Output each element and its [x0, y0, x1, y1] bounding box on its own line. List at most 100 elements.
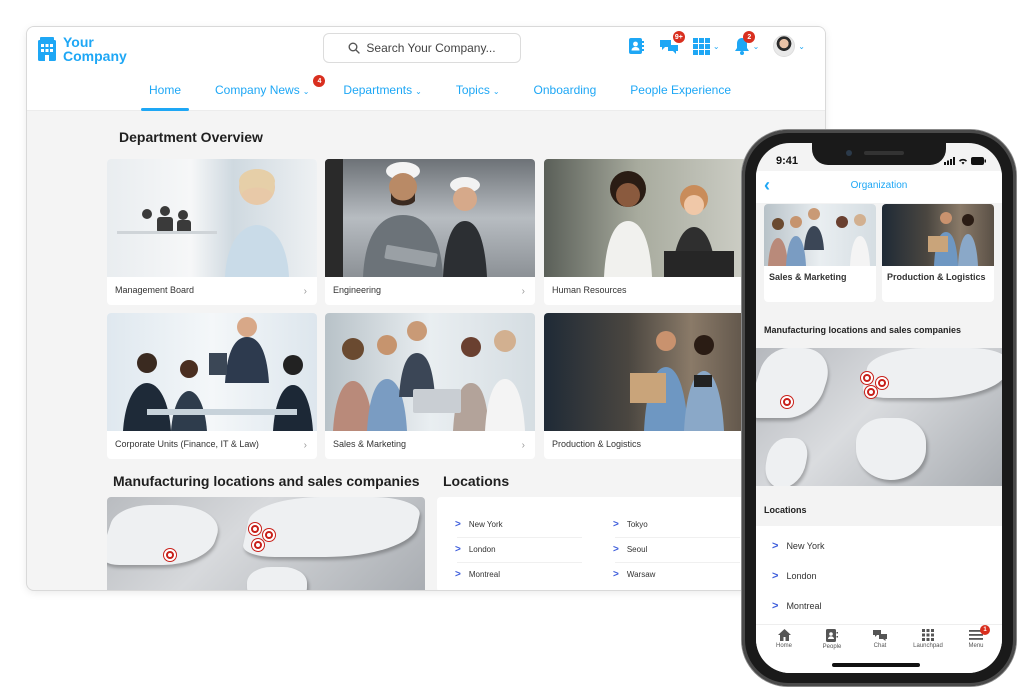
world-map[interactable] — [107, 497, 425, 590]
map-pin-new-york[interactable] — [164, 549, 176, 561]
tab-label: Menu — [968, 643, 984, 649]
phone-locations-title: Locations — [764, 505, 807, 515]
location-link-new-york[interactable]: > New York — [455, 519, 503, 530]
phone-header: ‹ Organization — [756, 171, 1002, 203]
nav-company-news[interactable]: Company News ⌄ 4 — [211, 75, 326, 111]
card-label: Sales & Marketing — [333, 439, 407, 449]
notifications-button[interactable]: 2 ⌄ — [734, 31, 759, 55]
phone-screen: 9:41 ‹ Organization Sales & Marketing Pr… — [756, 143, 1002, 673]
card-image — [107, 159, 317, 277]
department-card-management-board[interactable]: Management Board › — [107, 159, 317, 305]
tab-label: Chat — [873, 643, 887, 649]
location-label: Seoul — [626, 545, 648, 554]
contacts-button[interactable] — [627, 37, 645, 55]
tab-launchpad[interactable]: Launchpad — [904, 629, 952, 649]
grid-icon — [692, 37, 710, 55]
location-link-seoul[interactable]: > Seoul — [613, 544, 647, 555]
location-link-warsaw[interactable]: > Warsaw — [613, 569, 655, 580]
map-landmass — [761, 438, 811, 486]
grid-icon — [922, 629, 934, 641]
chevron-down-icon: ⌄ — [415, 87, 422, 96]
card-label: Engineering — [333, 285, 382, 295]
location-label: Montreal — [468, 570, 500, 579]
phone-tab-bar: Home People Chat Launchpad Menu 1 — [756, 624, 1002, 673]
map-pin-europe[interactable] — [252, 539, 264, 551]
department-card-engineering[interactable]: Engineering › — [325, 159, 535, 305]
map-landmass — [247, 567, 307, 590]
map-pin-europe[interactable] — [865, 386, 877, 398]
chevron-down-icon: ⌄ — [302, 87, 310, 96]
nav-label: Company News — [215, 83, 300, 97]
card-image — [882, 204, 994, 266]
phone-card-production-logistics[interactable]: Production & Logistics — [882, 204, 994, 302]
location-link-new-york[interactable]: > New York — [772, 540, 824, 552]
nav-departments[interactable]: Departments ⌄ — [339, 83, 425, 111]
company-logo[interactable]: Your Company — [37, 35, 127, 63]
search-input[interactable]: Search Your Company... — [323, 33, 521, 63]
search-icon — [348, 42, 361, 54]
location-link-montreal[interactable]: > Montreal — [455, 569, 500, 580]
chat-icon — [873, 630, 887, 641]
nav-people-experience[interactable]: People Experience — [626, 83, 735, 111]
nav-topics[interactable]: Topics ⌄ — [452, 83, 504, 111]
location-link-montreal[interactable]: > Montreal — [772, 600, 821, 612]
map-pin-warsaw[interactable] — [876, 377, 888, 389]
phone-notch — [812, 143, 946, 165]
logo-line-2: Company — [63, 48, 127, 64]
location-label: New York — [786, 541, 825, 551]
map-pin-london[interactable] — [249, 523, 261, 535]
tab-home[interactable]: Home — [760, 629, 808, 649]
chevron-right-icon: > — [772, 600, 779, 612]
building-icon — [38, 37, 56, 61]
locations-panel: > New York > London > Montreal > Tokyo > Seou… — [437, 497, 777, 590]
card-image — [544, 159, 754, 277]
tab-chat[interactable]: Chat — [856, 629, 904, 649]
location-label: Tokyo — [626, 520, 648, 529]
nav-home[interactable]: Home — [140, 83, 190, 111]
chevron-right-icon: > — [772, 540, 779, 552]
map-pin-new-york[interactable] — [781, 396, 793, 408]
card-label: Corporate Units (Finance, IT & Law) — [115, 439, 259, 449]
card-label: Management Board — [115, 285, 195, 295]
location-link-london[interactable]: > London — [772, 570, 816, 582]
card-image — [325, 159, 535, 277]
user-menu-button[interactable]: ⌄ — [773, 35, 805, 57]
map-pin-london[interactable] — [861, 372, 873, 384]
chat-button[interactable]: 9+ — [659, 31, 685, 55]
tab-label: Launchpad — [913, 643, 943, 649]
nav-label: Onboarding — [533, 83, 597, 97]
tab-people[interactable]: People — [808, 629, 856, 650]
location-label: New York — [468, 520, 503, 529]
chevron-down-icon: ⌄ — [798, 41, 805, 51]
nav-label: People Experience — [630, 83, 731, 97]
tab-menu[interactable]: Menu 1 — [952, 625, 1000, 649]
chevron-right-icon: › — [521, 286, 525, 297]
tab-label: People — [822, 644, 842, 650]
chevron-right-icon: > — [455, 544, 461, 555]
apps-menu-button[interactable]: ⌄ — [692, 37, 720, 55]
map-pin-warsaw[interactable] — [263, 529, 275, 541]
signal-icon — [944, 157, 955, 165]
search-placeholder: Search Your Company... — [366, 41, 496, 55]
map-landmass — [756, 348, 838, 418]
department-card-corporate-units[interactable]: Corporate Units (Finance, IT & Law) › — [107, 313, 317, 459]
news-badge: 4 — [313, 75, 326, 87]
chevron-right-icon: › — [303, 286, 307, 297]
chevron-down-icon: ⌄ — [712, 41, 720, 51]
logo-line-1: Your — [63, 34, 94, 50]
location-link-tokyo[interactable]: > Tokyo — [613, 519, 648, 530]
location-label: Warsaw — [626, 570, 656, 579]
nav-onboarding[interactable]: Onboarding — [530, 83, 601, 111]
department-card-production-logistics[interactable]: Production & Logistics — [544, 313, 754, 459]
card-image — [107, 313, 317, 431]
contacts-icon — [826, 629, 838, 642]
divider — [457, 537, 582, 538]
department-card-human-resources[interactable]: Human Resources — [544, 159, 754, 305]
location-link-london[interactable]: > London — [455, 544, 496, 555]
map-landmass — [856, 418, 926, 480]
map-landmass — [860, 348, 1002, 398]
home-icon — [777, 629, 791, 641]
department-card-sales-marketing[interactable]: Sales & Marketing › — [325, 313, 535, 459]
phone-world-map[interactable] — [756, 348, 1002, 486]
phone-card-sales-marketing[interactable]: Sales & Marketing — [764, 204, 876, 302]
